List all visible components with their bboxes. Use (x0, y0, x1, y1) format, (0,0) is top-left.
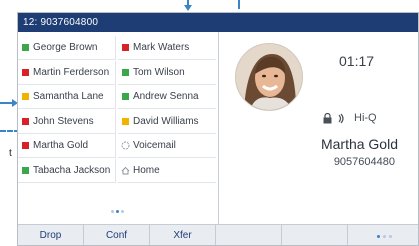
line-key-left-2[interactable]: Samantha Lane (18, 85, 116, 109)
lock-icon (323, 112, 332, 123)
active-call-panel: 01:17 Hi-Q Martha Gold 9057604480 (219, 32, 418, 224)
page-dot (121, 210, 124, 213)
line-key-label: George Brown (33, 42, 98, 53)
line-key-label: Home (133, 164, 160, 176)
conference-button[interactable]: Conf (84, 225, 150, 245)
softkey-empty-2[interactable] (282, 225, 348, 245)
line-key-label: Mark Waters (133, 42, 190, 53)
presence-green-icon (122, 93, 129, 100)
softkey-bar: Drop Conf Xfer (18, 224, 418, 245)
line-key-right-4[interactable]: Voicemail (118, 134, 216, 158)
softkey-empty-1[interactable] (216, 225, 282, 245)
line-key-label: Tom Wilson (133, 66, 185, 78)
line-key-label: Martin Ferderson (33, 66, 110, 78)
annotation-label: t (9, 148, 12, 159)
line-key-label: Martha Gold (33, 140, 89, 151)
presence-yellow-icon (122, 117, 129, 125)
line-key-label: Tabacha Jackson (33, 164, 111, 176)
hd-label: Hi-Q (354, 112, 377, 124)
page-dot (111, 210, 114, 213)
more-dot (388, 234, 392, 238)
line-header: 12: 9037604800 (18, 13, 418, 32)
line-key-label: Andrew Senna (133, 91, 199, 102)
line-key-right-0[interactable]: Mark Waters (118, 36, 216, 60)
more-softkeys-button[interactable] (348, 225, 418, 245)
line-key-left-5[interactable]: Tabacha Jackson (18, 158, 116, 183)
transfer-button[interactable]: Xfer (150, 225, 216, 245)
line-key-right-5[interactable]: Home (118, 159, 216, 183)
line-key-left-0[interactable]: George Brown (18, 36, 116, 60)
page-dot-active (116, 210, 119, 213)
line-key-label: John Stevens (33, 115, 94, 127)
line-key-left-1[interactable]: Martin Ferderson (18, 60, 116, 85)
home-icon (121, 166, 130, 174)
caller-name: Martha Gold (320, 136, 398, 152)
presence-green-icon (22, 166, 29, 174)
call-status-row: Hi-Q (323, 112, 377, 124)
presence-yellow-icon (22, 93, 29, 100)
presence-red-icon (122, 44, 129, 51)
presence-red-icon (22, 142, 29, 149)
line-key-label: David Williams (133, 115, 199, 127)
presence-red-icon (22, 68, 29, 76)
caller-avatar (235, 43, 303, 111)
voicemail-icon (121, 141, 130, 150)
call-timer: 01:17 (339, 53, 375, 69)
hd-audio-icon (338, 113, 344, 123)
line-key-right-1[interactable]: Tom Wilson (118, 61, 216, 85)
more-dot (382, 234, 386, 238)
line-keys: George Brown Martin Ferderson Samantha Lan… (18, 32, 218, 222)
more-dot (376, 234, 380, 238)
line-key-label: Voicemail (133, 140, 176, 151)
line-key-label: Samantha Lane (33, 91, 104, 102)
presence-red-icon (22, 117, 29, 125)
caller-number: 9057604480 (333, 156, 395, 168)
phone-screen: 12: 9037604800 George Brown Martin Ferder… (17, 12, 419, 246)
line-key-right-3[interactable]: David Williams (118, 110, 216, 134)
line-key-left-4[interactable]: Martha Gold (18, 134, 116, 158)
line-key-right-2[interactable]: Andrew Senna (118, 85, 216, 109)
page-indicator (111, 210, 124, 213)
caller-photo (236, 44, 302, 110)
line-key-left-3[interactable]: John Stevens (18, 109, 116, 134)
drop-button[interactable]: Drop (18, 225, 84, 245)
presence-green-icon (122, 68, 129, 76)
presence-green-icon (22, 44, 29, 51)
